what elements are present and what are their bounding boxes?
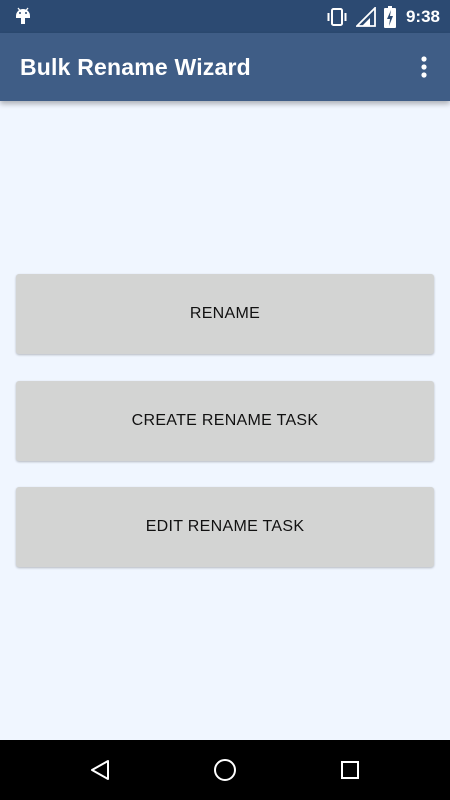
recents-icon[interactable] [335, 755, 365, 785]
home-icon[interactable] [210, 755, 240, 785]
edit-rename-task-button[interactable]: EDIT RENAME TASK [16, 487, 434, 567]
back-icon[interactable] [85, 755, 115, 785]
status-icons: 9:38 [326, 0, 440, 33]
create-rename-task-button[interactable]: CREATE RENAME TASK [16, 381, 434, 461]
app-bar: Bulk Rename Wizard [0, 33, 450, 101]
status-bar: 9:38 [0, 0, 450, 33]
vibrate-icon [327, 7, 347, 26]
app-title: Bulk Rename Wizard [20, 54, 251, 80]
battery-charging-icon [383, 5, 396, 28]
android-icon [16, 7, 30, 24]
navigation-bar [0, 740, 450, 800]
rename-button[interactable]: RENAME [16, 274, 434, 354]
status-time: 9:38 [405, 6, 440, 26]
signal-icon [355, 6, 376, 27]
back-icon-glyph [91, 760, 109, 780]
home-icon-glyph [214, 759, 236, 781]
more-vert-icon[interactable] [412, 51, 436, 83]
recents-icon-glyph [341, 761, 359, 779]
more-vert-icon-glyph [421, 56, 427, 78]
